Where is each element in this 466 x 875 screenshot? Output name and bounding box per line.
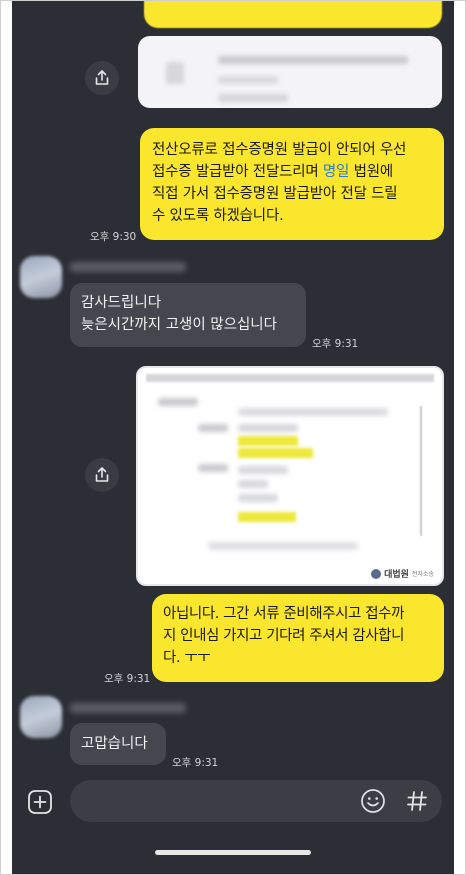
plus-square-icon [28,790,52,814]
message-line: 전산오류로 접수증명원 발급이 안되어 우선 [152,142,407,158]
file-icon [166,62,184,84]
file-attachment-card[interactable] [138,36,442,108]
message-line: 지 인내심 가지고 기다려 주셔서 감사합니 [163,628,405,644]
message-bubble-outgoing[interactable]: 아닙니다. 그간 서류 준비해주시고 접수까 지 인내심 가지고 기다려 주셔서… [152,594,444,682]
link-word[interactable]: 명일 [323,164,349,180]
hash-icon [407,791,427,811]
message-time: 오후 9:31 [312,338,359,350]
avatar[interactable] [20,256,62,298]
message-bubble-incoming[interactable]: 감사드립니다 늦은시간까지 고생이 많으십니다 [70,283,306,347]
document-image[interactable]: 대법원 전자소송 [136,366,444,586]
message-line: 아닙니다. 그간 서류 준비해주시고 접수까 [163,606,405,622]
message-time: 오후 9:31 [172,757,219,769]
message-line: 늦은시간까지 고생이 많으십니다 [81,317,277,333]
document-header-bar [146,374,434,382]
sender-name [70,262,186,272]
logo-sub: 전자소송 [411,571,434,578]
sender-name [70,703,186,713]
highlight-mark [238,512,296,522]
hashtag-button[interactable] [404,788,430,814]
logo-text: 대법원 [384,570,409,580]
message-line: 접수증 발급받아 전달드리며 명일 법원에 [152,164,394,180]
avatar[interactable] [20,696,62,738]
table-column-line [420,406,422,536]
share-icon [95,467,109,482]
emoji-button[interactable] [360,788,386,814]
highlight-mark [238,448,313,458]
share-button-image[interactable] [85,458,119,492]
message-time: 오후 9:31 [104,673,151,685]
message-bubble-incoming[interactable]: 고맙습니다 [70,723,166,765]
message-line: 다. ㅜㅜ [163,650,211,666]
add-button[interactable] [26,788,54,816]
court-seal-icon [371,568,382,579]
share-icon [95,70,109,85]
smile-icon [361,789,385,813]
document-logo: 대법원 전자소송 [371,567,434,580]
message-input[interactable] [70,780,442,822]
message-time: 오후 9:30 [90,231,137,243]
home-indicator[interactable] [155,850,311,855]
message-line: 직접 가서 접수증명원 발급받아 전달 드릴 [152,186,398,202]
share-button-file[interactable] [85,61,119,95]
message-line: 수 있도록 하겠습니다. [152,208,284,224]
highlight-mark [238,436,298,446]
chat-screen: 전산오류로 접수증명원 발급이 안되어 우선 접수증 발급받아 전달드리며 명일… [12,0,454,875]
message-line: 감사드립니다 [81,295,162,311]
message-bubble-outgoing-partial[interactable] [144,0,442,28]
message-line: 고맙습니다 [81,736,148,752]
message-bubble-outgoing[interactable]: 전산오류로 접수증명원 발급이 안되어 우선 접수증 발급받아 전달드리며 명일… [140,128,444,240]
